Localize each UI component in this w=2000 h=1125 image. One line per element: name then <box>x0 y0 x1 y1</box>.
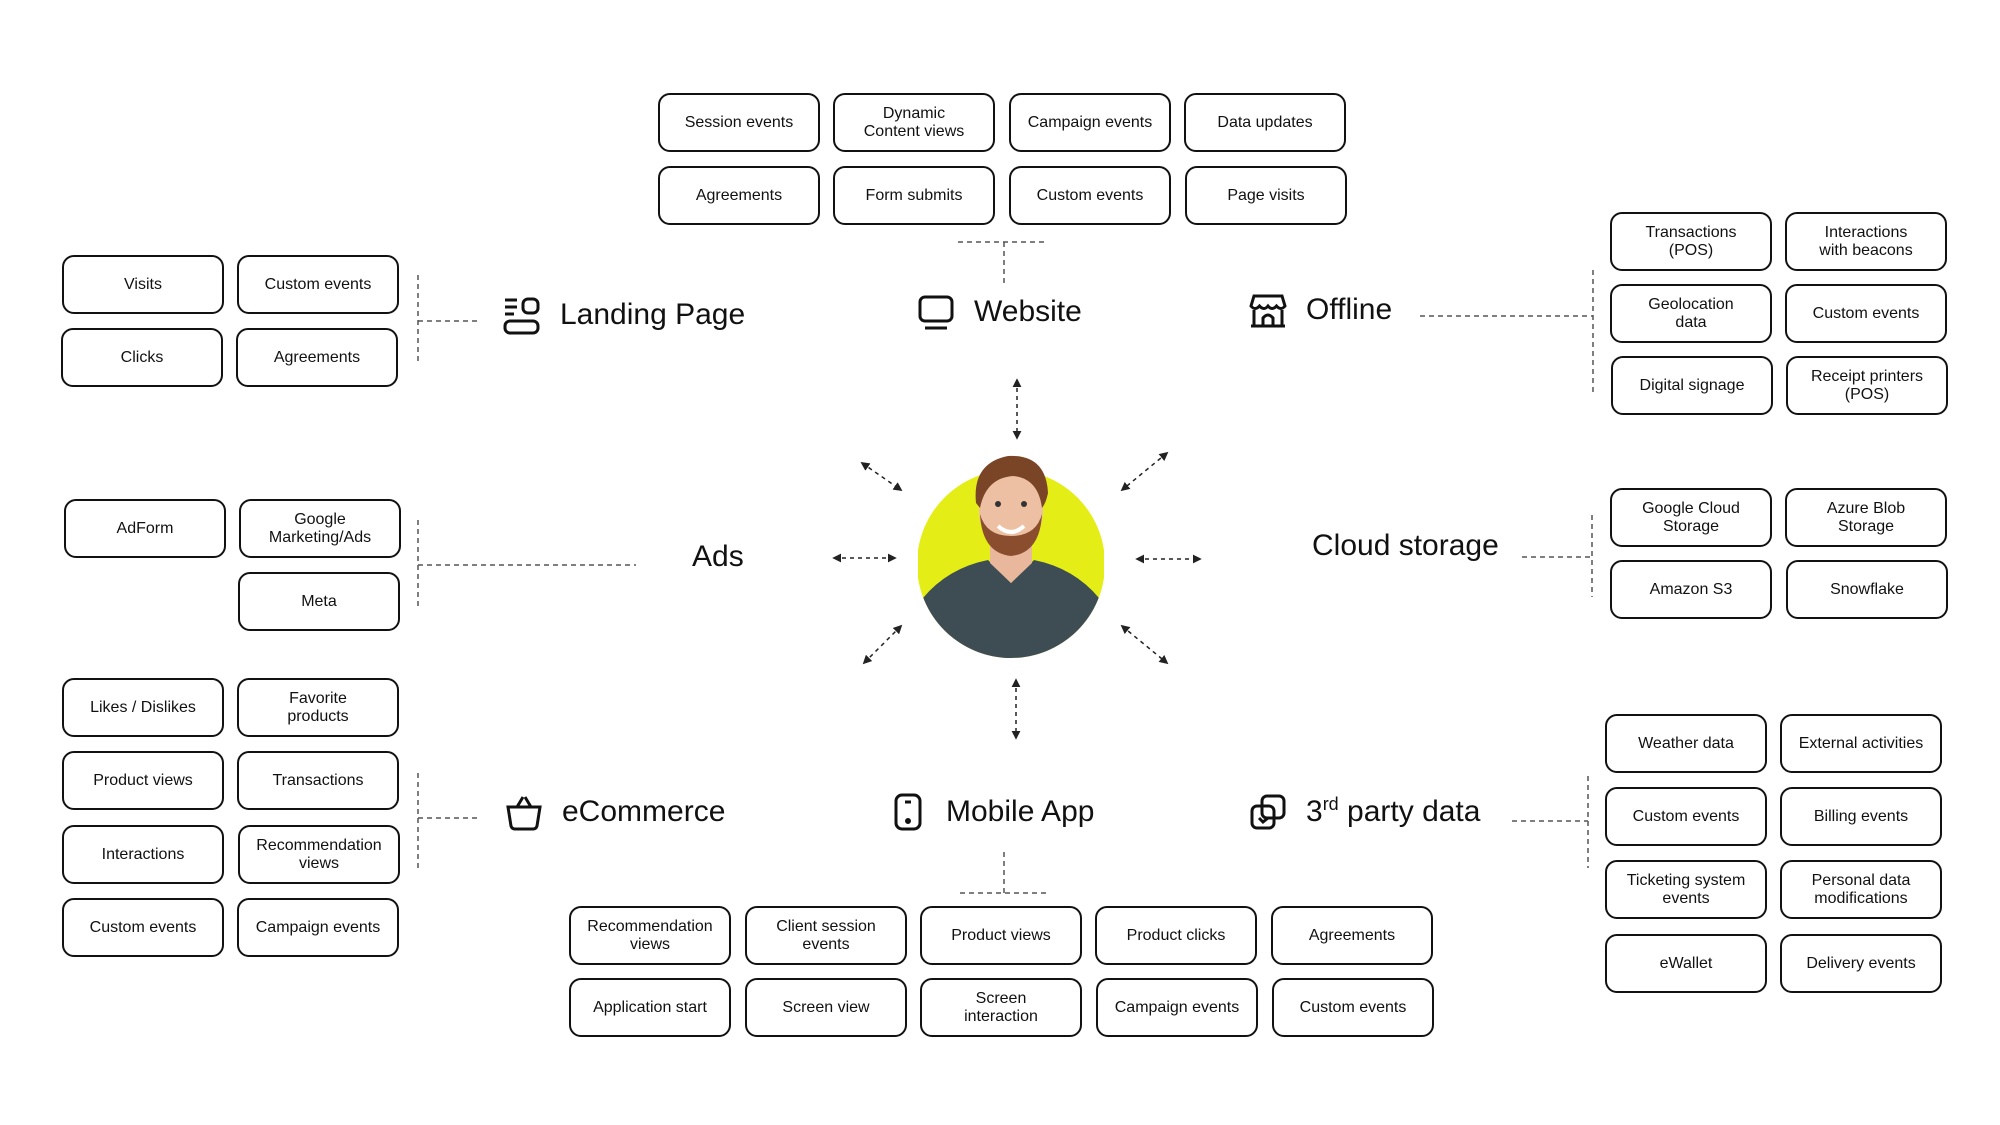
ecommerce-item[interactable]: Recommendation views <box>238 825 400 884</box>
website-item[interactable]: Session events <box>658 93 820 152</box>
offline-item[interactable]: Interactions with beacons <box>1785 212 1947 271</box>
ecommerce-item[interactable]: Favorite products <box>237 678 399 737</box>
cloud-storage-item[interactable]: Snowflake <box>1786 560 1948 619</box>
mobile-app-item[interactable]: Product clicks <box>1095 906 1257 965</box>
heading-text: Mobile App <box>946 795 1095 828</box>
ecommerce-connector <box>417 773 480 868</box>
website-item[interactable]: Data updates <box>1184 93 1346 152</box>
mobile-app-item[interactable]: Product views <box>920 906 1082 965</box>
heading-text: Cloud storage <box>1312 529 1499 562</box>
third-party-connector <box>1512 776 1589 868</box>
storefront-icon <box>1248 290 1288 330</box>
landing-page-item[interactable]: Clicks <box>61 328 223 387</box>
heading-offline: Offline <box>1248 290 1392 330</box>
heading-text: Website <box>974 295 1082 328</box>
ads-connector <box>417 520 636 607</box>
arrow-top-left <box>860 461 903 492</box>
heading-third-party-data: 3rd party data <box>1248 792 1480 832</box>
heading-cloud-storage: Cloud storage <box>1312 529 1499 563</box>
cloud-connector <box>1522 515 1593 597</box>
layout-blocks-icon <box>502 295 542 335</box>
heading-ads: Ads <box>692 540 744 574</box>
ads-item[interactable]: Meta <box>238 572 400 631</box>
mobile-connector <box>960 852 1050 894</box>
third-party-item[interactable]: External activities <box>1780 714 1942 773</box>
ecommerce-item[interactable]: Transactions <box>237 751 399 810</box>
arrow-bottom-right <box>1120 624 1169 665</box>
ecommerce-item[interactable]: Interactions <box>62 825 224 884</box>
ecommerce-item[interactable]: Custom events <box>62 898 224 957</box>
website-item[interactable]: Agreements <box>658 166 820 225</box>
smartphone-icon <box>888 792 928 832</box>
arrow-bottom-left <box>862 624 903 665</box>
basket-icon <box>504 792 544 832</box>
arrow-top-right <box>1120 451 1169 492</box>
landing-connector <box>417 275 480 365</box>
landing-page-item[interactable]: Custom events <box>237 255 399 314</box>
website-item[interactable]: Custom events <box>1009 166 1171 225</box>
mobile-app-item[interactable]: Screen interaction <box>920 978 1082 1037</box>
heading-ecommerce: eCommerce <box>504 792 725 832</box>
offline-connector <box>1420 270 1594 395</box>
website-item[interactable]: Campaign events <box>1009 93 1171 152</box>
third-party-item[interactable]: Ticketing system events <box>1605 860 1767 919</box>
mobile-app-item[interactable]: Recommendation views <box>569 906 731 965</box>
monitor-icon <box>916 292 956 332</box>
heading-mobile-app: Mobile App <box>888 792 1094 832</box>
heading-text: eCommerce <box>562 795 726 828</box>
website-item[interactable]: Form submits <box>833 166 995 225</box>
overlapping-squares-icon <box>1248 792 1288 832</box>
third-party-item[interactable]: eWallet <box>1605 934 1767 993</box>
ads-item[interactable]: AdForm <box>64 499 226 558</box>
ecommerce-item[interactable]: Likes / Dislikes <box>62 678 224 737</box>
cloud-storage-item[interactable]: Google Cloud Storage <box>1610 488 1772 547</box>
heading-text: 3rd party data <box>1306 794 1481 828</box>
ads-item[interactable]: Google Marketing/Ads <box>239 499 401 558</box>
website-item[interactable]: Page visits <box>1185 166 1347 225</box>
cloud-storage-item[interactable]: Azure Blob Storage <box>1785 488 1947 547</box>
customer-avatar <box>917 448 1105 658</box>
third-party-item[interactable]: Custom events <box>1605 787 1767 846</box>
offline-item[interactable]: Geolocation data <box>1610 284 1772 343</box>
cloud-storage-item[interactable]: Amazon S3 <box>1610 560 1772 619</box>
mobile-app-item[interactable]: Campaign events <box>1096 978 1258 1037</box>
third-party-item[interactable]: Personal data modifications <box>1780 860 1942 919</box>
heading-website: Website <box>916 292 1082 332</box>
heading-text: Offline <box>1306 293 1393 326</box>
mobile-app-item[interactable]: Custom events <box>1272 978 1434 1037</box>
heading-landing-page: Landing Page <box>502 295 745 335</box>
website-connector <box>958 241 1048 283</box>
heading-text: Landing Page <box>560 298 746 331</box>
ecommerce-item[interactable]: Product views <box>62 751 224 810</box>
offline-item[interactable]: Receipt printers (POS) <box>1786 356 1948 415</box>
mobile-app-item[interactable]: Application start <box>569 978 731 1037</box>
mobile-app-item[interactable]: Client session events <box>745 906 907 965</box>
mobile-app-item[interactable]: Agreements <box>1271 906 1433 965</box>
ecommerce-item[interactable]: Campaign events <box>237 898 399 957</box>
offline-item[interactable]: Custom events <box>1785 284 1947 343</box>
third-party-item[interactable]: Weather data <box>1605 714 1767 773</box>
landing-page-item[interactable]: Agreements <box>236 328 398 387</box>
offline-item[interactable]: Digital signage <box>1611 356 1773 415</box>
offline-item[interactable]: Transactions (POS) <box>1610 212 1772 271</box>
heading-text: Ads <box>692 540 744 573</box>
landing-page-item[interactable]: Visits <box>62 255 224 314</box>
third-party-item[interactable]: Delivery events <box>1780 934 1942 993</box>
mobile-app-item[interactable]: Screen view <box>745 978 907 1037</box>
website-item[interactable]: Dynamic Content views <box>833 93 995 152</box>
third-party-item[interactable]: Billing events <box>1780 787 1942 846</box>
